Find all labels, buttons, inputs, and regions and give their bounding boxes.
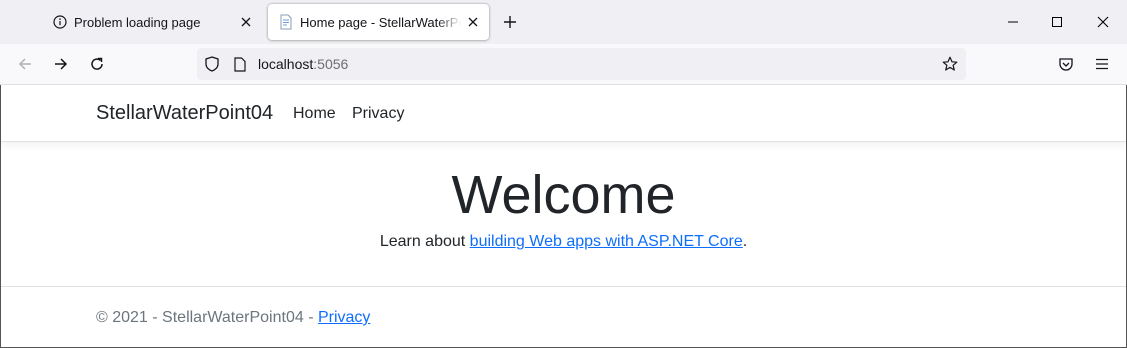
minimize-icon[interactable] bbox=[990, 0, 1036, 44]
page-title: Welcome bbox=[451, 165, 676, 225]
page-viewport: StellarWaterPoint04 Home Privacy Welcome… bbox=[0, 85, 1127, 348]
star-icon[interactable] bbox=[942, 56, 958, 72]
brand-link[interactable]: StellarWaterPoint04 bbox=[96, 102, 273, 125]
footer-privacy-link[interactable]: Privacy bbox=[318, 309, 370, 326]
pocket-icon[interactable] bbox=[1052, 50, 1080, 78]
shield-icon[interactable] bbox=[204, 56, 220, 72]
footer-divider bbox=[1, 286, 1126, 287]
nav-home-link[interactable]: Home bbox=[293, 105, 336, 123]
forward-arrow-icon[interactable] bbox=[47, 50, 75, 78]
url-port: :5056 bbox=[313, 56, 349, 72]
url-text[interactable]: localhost:5056 bbox=[258, 56, 348, 72]
maximize-icon[interactable] bbox=[1034, 0, 1080, 44]
url-host: localhost bbox=[258, 56, 314, 72]
learn-prefix: Learn about bbox=[379, 233, 470, 250]
close-icon[interactable] bbox=[234, 10, 258, 34]
aspnet-docs-link[interactable]: building Web apps with ASP.NET Core bbox=[470, 233, 743, 250]
reload-icon[interactable] bbox=[83, 50, 111, 78]
close-icon[interactable] bbox=[461, 10, 485, 34]
page-info-icon[interactable] bbox=[232, 56, 248, 72]
plus-icon[interactable] bbox=[498, 10, 522, 34]
close-icon[interactable] bbox=[1080, 0, 1126, 44]
learn-suffix: . bbox=[742, 233, 748, 250]
address-bar[interactable]: localhost:5056 bbox=[197, 48, 966, 80]
nav-privacy-link[interactable]: Privacy bbox=[352, 105, 404, 123]
learn-paragraph: Learn about building Web apps with ASP.N… bbox=[1, 233, 1126, 251]
tab-problem-loading[interactable]: Problem loading page bbox=[40, 4, 262, 40]
tab-title: Home page - StellarWaterPoint04 bbox=[300, 14, 461, 30]
back-arrow-icon[interactable] bbox=[11, 50, 39, 78]
footer: © 2021 - StellarWaterPoint04 - Privacy bbox=[96, 309, 370, 327]
page-icon bbox=[278, 14, 294, 30]
tab-strip: Problem loading page Home page - Stellar… bbox=[0, 0, 1127, 44]
navigation-toolbar: localhost:5056 bbox=[0, 44, 1127, 85]
site-header: StellarWaterPoint04 Home Privacy bbox=[1, 85, 1126, 142]
tab-home-page[interactable]: Home page - StellarWaterPoint04 bbox=[268, 4, 489, 40]
footer-text: © 2021 - StellarWaterPoint04 - bbox=[96, 309, 318, 326]
menu-icon[interactable] bbox=[1088, 50, 1116, 78]
info-icon bbox=[52, 14, 68, 30]
tab-title: Problem loading page bbox=[74, 14, 201, 30]
